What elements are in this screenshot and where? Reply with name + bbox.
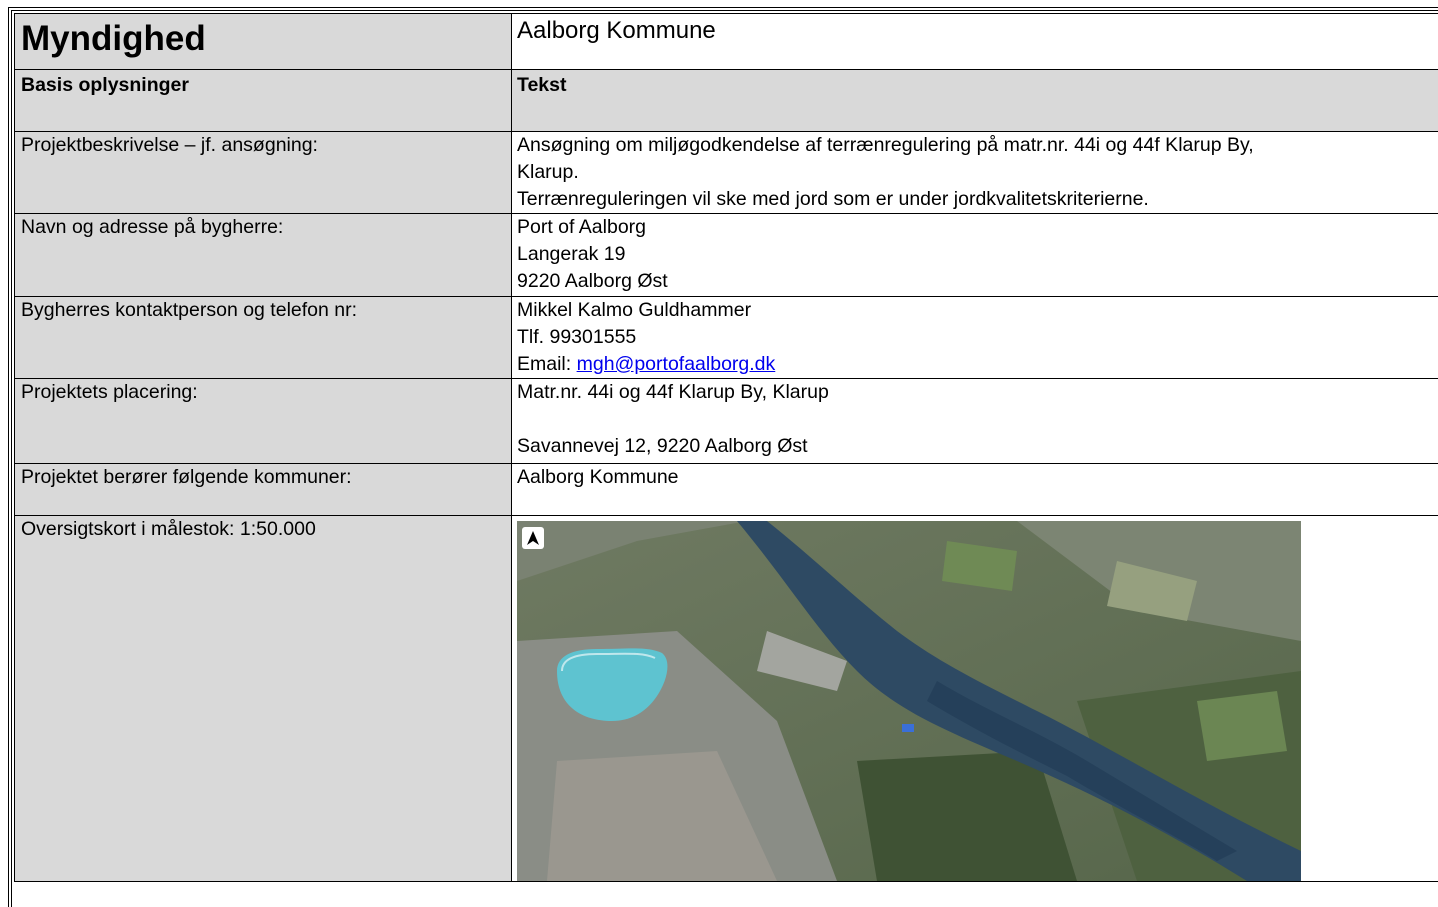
table-row: Projektet berører følgende kommuner: Aal… (15, 464, 1438, 516)
developer-line: Langerak 19 (517, 241, 1438, 268)
placement-line: Matr.nr. 44i og 44f Klarup By, Klarup (517, 379, 1438, 406)
spacer (517, 406, 1438, 433)
column-header-basis: Basis oplysninger (15, 70, 512, 132)
municipalities-value: Aalborg Kommune (512, 464, 1438, 516)
column-header-text: Tekst (512, 70, 1438, 132)
description-line: Terrænreguleringen vil ske med jord som … (517, 186, 1438, 213)
project-info-table: Myndighed Aalborg Kommune Basis oplysnin… (14, 13, 1438, 882)
table-row: Projektbeskrivelse – jf. ansøgning: Ansø… (15, 132, 1438, 214)
table-row: Navn og adresse på bygherre: Port of Aal… (15, 214, 1438, 297)
map-cell (512, 516, 1438, 882)
overview-map (517, 521, 1301, 881)
table-row: Myndighed Aalborg Kommune (15, 14, 1438, 70)
north-arrow-icon (522, 527, 544, 549)
developer-line: Port of Aalborg (517, 214, 1438, 241)
developer-label: Navn og adresse på bygherre: (15, 214, 512, 297)
email-label: Email: (517, 353, 577, 375)
placement-line: Savannevej 12, 9220 Aalborg Øst (517, 433, 1438, 460)
aerial-map-image (517, 521, 1301, 881)
authority-label: Myndighed (15, 14, 512, 70)
contact-phone: Tlf. 99301555 (517, 324, 1438, 351)
table-row: Basis oplysninger Tekst (15, 70, 1438, 132)
description-label: Projektbeskrivelse – jf. ansøgning: (15, 132, 512, 214)
description-line: Klarup. (517, 159, 1438, 186)
table-row: Projektets placering: Matr.nr. 44i og 44… (15, 379, 1438, 464)
table-row: Bygherres kontaktperson og telefon nr: M… (15, 297, 1438, 379)
municipalities-label: Projektet berører følgende kommuner: (15, 464, 512, 516)
placement-label: Projektets placering: (15, 379, 512, 464)
contact-value: Mikkel Kalmo Guldhammer Tlf. 99301555 Em… (512, 297, 1438, 379)
contact-email-line: Email: mgh@portofaalborg.dk (517, 351, 1438, 378)
table-row: Oversigtskort i målestok: 1:50.000 (15, 516, 1438, 882)
description-line: Ansøgning om miljøgodkendelse af terrænr… (517, 132, 1438, 159)
description-value: Ansøgning om miljøgodkendelse af terrænr… (512, 132, 1438, 214)
email-link[interactable]: mgh@portofaalborg.dk (577, 353, 776, 375)
developer-value: Port of Aalborg Langerak 19 9220 Aalborg… (512, 214, 1438, 297)
contact-label: Bygherres kontaktperson og telefon nr: (15, 297, 512, 379)
developer-line: 9220 Aalborg Øst (517, 268, 1438, 295)
placement-value: Matr.nr. 44i og 44f Klarup By, Klarup Sa… (512, 379, 1438, 464)
map-label: Oversigtskort i målestok: 1:50.000 (15, 516, 512, 882)
authority-value: Aalborg Kommune (512, 14, 1438, 70)
contact-name: Mikkel Kalmo Guldhammer (517, 297, 1438, 324)
